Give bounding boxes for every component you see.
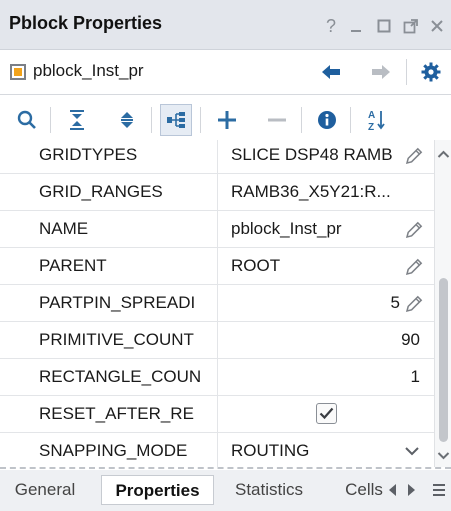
separator xyxy=(50,107,51,133)
tab-cells[interactable]: Cells xyxy=(339,475,389,505)
remove-property-button[interactable] xyxy=(261,104,293,136)
property-name: SNAPPING_MODE xyxy=(0,433,218,467)
property-name: RECTANGLE_COUN xyxy=(0,359,218,395)
tab-divider xyxy=(0,467,451,469)
tab-list-menu-icon[interactable] xyxy=(432,482,446,498)
property-row[interactable]: RECTANGLE_COUN 1 xyxy=(0,359,434,396)
property-name: PARTPIN_SPREADI xyxy=(0,285,218,321)
property-name: PRIMITIVE_COUNT xyxy=(0,322,218,358)
panel-title: Pblock Properties xyxy=(9,13,163,33)
separator xyxy=(151,107,152,133)
svg-text:Z: Z xyxy=(368,122,374,131)
object-name: pblock_Inst_pr xyxy=(33,61,144,80)
object-header: pblock_Inst_pr xyxy=(0,50,451,95)
vertical-scrollbar[interactable] xyxy=(434,140,451,467)
minus-icon xyxy=(268,118,286,122)
checkmark-icon xyxy=(319,407,334,420)
add-property-button[interactable] xyxy=(211,104,243,136)
separator xyxy=(350,107,351,133)
snapping-mode-dropdown[interactable]: ROUTING xyxy=(219,433,434,467)
property-row[interactable]: GRIDTYPES SLICE DSP48 RAMB xyxy=(0,140,434,174)
property-row[interactable]: PRIMITIVE_COUNT 90 xyxy=(0,322,434,359)
edit-pencil-icon[interactable] xyxy=(404,294,424,314)
close-button[interactable] xyxy=(428,17,446,35)
sort-button[interactable]: A Z xyxy=(361,104,393,136)
edit-pencil-icon[interactable] xyxy=(404,220,424,240)
separator xyxy=(301,107,302,133)
tab-statistics[interactable]: Statistics xyxy=(226,475,312,505)
property-value[interactable]: pblock_Inst_pr xyxy=(219,211,434,247)
property-value[interactable]: 5 xyxy=(219,285,434,321)
float-button[interactable] xyxy=(402,17,420,35)
property-name: GRID_RANGES xyxy=(0,174,218,210)
property-name: NAME xyxy=(0,211,218,247)
property-grid: GRIDTYPES SLICE DSP48 RAMB GRID_RANGES R… xyxy=(0,140,434,467)
search-button[interactable] xyxy=(11,104,43,136)
scrollbar-thumb[interactable] xyxy=(439,278,448,442)
property-row[interactable]: NAME pblock_Inst_pr xyxy=(0,211,434,248)
property-value xyxy=(219,396,434,432)
search-icon xyxy=(17,110,36,129)
collapse-all-icon xyxy=(70,110,84,130)
arrow-right-icon xyxy=(372,65,390,79)
help-icon: ? xyxy=(325,15,336,36)
back-button[interactable] xyxy=(318,60,344,84)
info-icon xyxy=(318,111,336,129)
expand-all-button[interactable] xyxy=(111,104,143,136)
gear-icon xyxy=(421,62,441,82)
property-row[interactable]: GRID_RANGES RAMB36_X5Y21:R... xyxy=(0,174,434,211)
close-icon xyxy=(431,20,443,32)
pblock-icon xyxy=(10,64,26,80)
separator xyxy=(200,107,201,133)
chevron-down-icon xyxy=(405,447,419,456)
help-button[interactable]: ? xyxy=(322,15,340,36)
property-row[interactable]: RESET_AFTER_RE xyxy=(0,396,434,433)
float-window-icon xyxy=(403,19,418,34)
minimize-button[interactable] xyxy=(347,17,365,35)
group-tree-button[interactable] xyxy=(160,104,192,136)
edit-pencil-icon[interactable] xyxy=(404,257,424,277)
collapse-all-button[interactable] xyxy=(61,104,93,136)
reset-after-reconfig-checkbox[interactable] xyxy=(316,403,337,424)
tab-scroll-right-icon[interactable] xyxy=(404,482,418,498)
tab-general[interactable]: General xyxy=(6,475,84,505)
info-button[interactable] xyxy=(311,104,343,136)
property-value[interactable]: SLICE DSP48 RAMB xyxy=(219,140,434,173)
property-value[interactable]: 90 xyxy=(219,322,434,358)
maximize-button[interactable] xyxy=(375,17,393,35)
property-value[interactable]: RAMB36_X5Y21:R... xyxy=(219,174,434,210)
properties-toolbar: A Z xyxy=(0,95,451,144)
separator xyxy=(406,59,407,85)
settings-button[interactable] xyxy=(418,60,444,84)
maximize-icon xyxy=(377,19,391,33)
bottom-tab-bar: General Properties Statistics Cells xyxy=(0,470,451,511)
property-row[interactable]: SNAPPING_MODE ROUTING xyxy=(0,433,434,467)
plus-icon xyxy=(218,111,236,129)
tab-scroll-left-icon[interactable] xyxy=(386,482,400,498)
expand-all-icon xyxy=(121,112,133,128)
arrow-left-icon xyxy=(322,65,340,79)
scroll-down-icon[interactable] xyxy=(437,449,450,462)
sort-az-icon: A Z xyxy=(368,110,385,131)
property-name: RESET_AFTER_RE xyxy=(0,396,218,432)
minimize-icon xyxy=(351,30,361,32)
property-row[interactable]: PARTPIN_SPREADI 5 xyxy=(0,285,434,322)
scroll-up-icon[interactable] xyxy=(437,148,450,161)
property-name: GRIDTYPES xyxy=(0,140,218,173)
panel-title-bar: Pblock Properties ? xyxy=(0,0,451,50)
tab-properties[interactable]: Properties xyxy=(101,475,214,505)
property-value[interactable]: 1 xyxy=(219,359,434,395)
svg-text:A: A xyxy=(368,110,375,121)
forward-button[interactable] xyxy=(368,60,394,84)
property-row[interactable]: PARENT ROOT xyxy=(0,248,434,285)
edit-pencil-icon[interactable] xyxy=(404,146,424,166)
group-tree-icon xyxy=(167,112,185,128)
property-value[interactable]: ROOT xyxy=(219,248,434,284)
property-name: PARENT xyxy=(0,248,218,284)
